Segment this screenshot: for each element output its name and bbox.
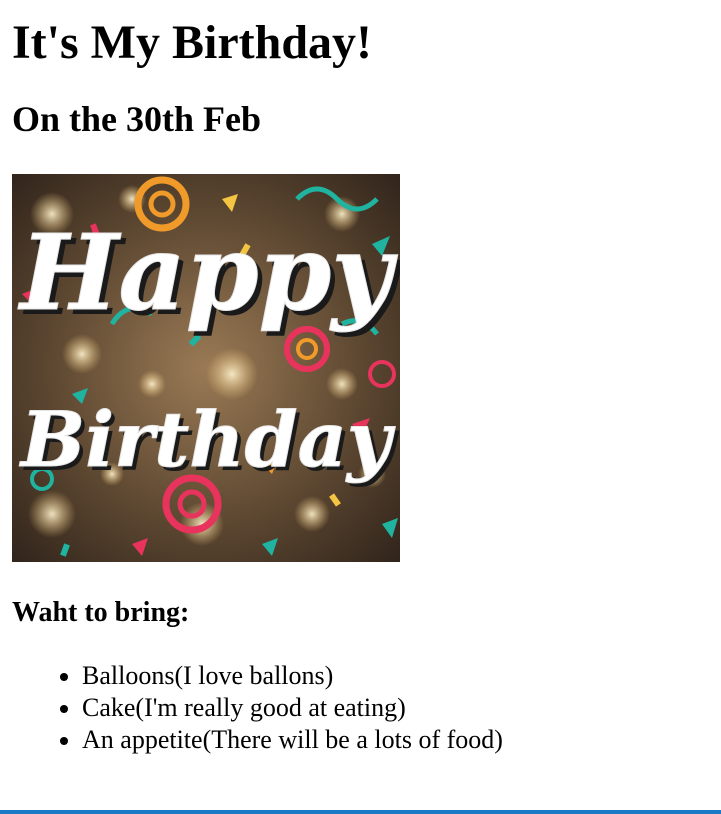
page-title: It's My Birthday! — [12, 16, 372, 69]
page-content: It's My Birthday! On the 30th Feb Happy … — [0, 14, 721, 756]
list-item: Cake(I'm really good at eating) — [82, 692, 709, 724]
happy-birthday-image: Happy Happy Birthday Birthday — [12, 174, 400, 562]
list-item: Balloons(I love ballons) — [82, 660, 709, 692]
image-text-happy: Happy — [17, 211, 398, 334]
bottom-divider — [0, 810, 721, 814]
image-text-birthday: Birthday — [19, 395, 396, 484]
bring-heading: Waht to bring: — [12, 597, 190, 628]
bring-list: Balloons(I love ballons) Cake(I'm really… — [12, 660, 709, 756]
birthday-image: Happy Happy Birthday Birthday — [12, 174, 400, 562]
page-subtitle: On the 30th Feb — [12, 99, 262, 139]
list-item: An appetite(There will be a lots of food… — [82, 724, 709, 756]
